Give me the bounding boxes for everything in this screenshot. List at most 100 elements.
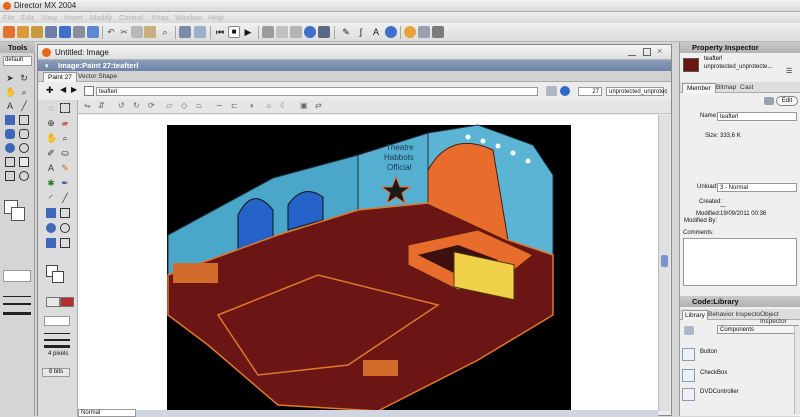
checkbox-tool-icon[interactable] (5, 171, 15, 181)
edit-button[interactable]: Edit (776, 96, 798, 106)
paint-line-3[interactable] (44, 345, 70, 348)
library-scrollbar[interactable] (794, 326, 800, 414)
paint-filled-rect-icon[interactable] (46, 208, 56, 218)
free-rotate-icon[interactable]: ⟳ (148, 101, 155, 110)
hand-tool-icon[interactable]: ✋ (5, 87, 16, 97)
tools-mode-select[interactable]: default (3, 56, 32, 66)
tab-cast[interactable]: Cast (736, 83, 757, 93)
property-inspector-header[interactable]: Property Inspector (680, 42, 800, 53)
gradient-end-swatch[interactable] (60, 297, 74, 307)
library-icon[interactable] (304, 26, 316, 38)
darken-icon[interactable]: ☾ (280, 101, 287, 110)
minimize-icon[interactable] (628, 48, 636, 56)
zoom-tool-icon[interactable]: ⌕ (19, 87, 29, 97)
tab-library[interactable]: Library (682, 310, 708, 320)
paste-icon[interactable] (144, 26, 156, 38)
library-category-select[interactable]: Components (717, 325, 799, 334)
flip-horizontal-icon[interactable]: ⇋ (84, 101, 91, 110)
new-cast-icon[interactable] (17, 26, 29, 38)
drag-member-icon[interactable] (84, 86, 94, 96)
lighten-icon[interactable]: ☼ (265, 101, 272, 110)
registration-icon[interactable]: ⊕ (46, 118, 56, 128)
next-member-icon[interactable]: ▶ (71, 85, 77, 94)
hand-icon[interactable]: ✋ (46, 133, 57, 143)
round-rect-icon[interactable] (19, 129, 29, 139)
list-view-icon[interactable]: ☰ (786, 67, 792, 75)
menu-modify[interactable]: Modify (90, 13, 112, 22)
cast-window-icon[interactable] (276, 26, 288, 38)
rect-icon[interactable] (19, 115, 29, 125)
tab-member[interactable]: Member (682, 83, 716, 93)
perspective-icon[interactable]: ⏢ (196, 101, 202, 111)
line-width-2[interactable] (3, 303, 31, 305)
menu-edit[interactable]: Edit (21, 13, 34, 22)
paint-filled-poly-icon[interactable] (46, 238, 56, 248)
paint-poly-icon[interactable] (60, 238, 70, 248)
play-icon[interactable]: ▶ (242, 26, 254, 38)
vector-icon[interactable]: ∫ (355, 26, 367, 38)
flip-vertical-icon[interactable]: ⇵ (98, 101, 105, 110)
pencil-icon[interactable]: ✎ (60, 163, 70, 173)
prev-member-icon[interactable]: ◀ (60, 85, 66, 94)
lasso-icon[interactable]: ◌ (46, 103, 56, 113)
code-window-icon[interactable] (318, 26, 330, 38)
cast-member-props-icon[interactable] (546, 86, 557, 96)
menu-control[interactable]: Control (119, 13, 143, 22)
text-tool-icon[interactable]: A (5, 101, 15, 111)
save-all-icon[interactable] (73, 26, 85, 38)
canvas-area[interactable]: Theatre Habbots Official (78, 115, 658, 412)
new-movie-icon[interactable] (3, 26, 15, 38)
menu-view[interactable]: View (41, 13, 57, 22)
stage-icon[interactable] (262, 26, 274, 38)
tab-object-inspector[interactable]: Object Inspector (758, 310, 800, 325)
brush-icon[interactable]: ✒ (60, 178, 70, 188)
vertical-scroll-thumb[interactable] (661, 255, 668, 267)
gradient-start-swatch[interactable] (46, 297, 60, 307)
library-list-icon[interactable] (684, 326, 694, 335)
radio-tool-icon[interactable] (19, 171, 29, 181)
rotate-right-icon[interactable]: ↻ (133, 101, 140, 110)
menu-help[interactable]: Help (208, 13, 223, 22)
rewind-icon[interactable]: ⏮ (214, 26, 226, 38)
exchange-icon[interactable] (179, 26, 191, 38)
menu-window[interactable]: Window (175, 13, 202, 22)
paint-bucket-icon[interactable]: ⛀ (60, 148, 70, 158)
fill-icon[interactable]: ▣ (300, 101, 308, 110)
menu-insert[interactable]: Insert (64, 13, 83, 22)
rotate-left-icon[interactable]: ↺ (118, 101, 125, 110)
cut-icon[interactable]: ✂ (118, 26, 130, 38)
paint-pattern-swatch[interactable] (44, 316, 70, 326)
member-name-input[interactable]: teafterl (96, 87, 538, 96)
score-icon[interactable] (290, 26, 302, 38)
script-icon[interactable] (560, 86, 570, 96)
menu-xtras[interactable]: Xtras (151, 13, 169, 22)
canvas-vertical-scrollbar[interactable] (658, 115, 670, 411)
member-name-field[interactable]: teafterl (717, 112, 797, 121)
filled-rect-icon[interactable] (5, 115, 15, 125)
paint-line-icon[interactable]: ╱ (60, 193, 70, 203)
paint-line-1[interactable] (44, 333, 70, 334)
filled-ellipse-icon[interactable] (5, 143, 15, 153)
open-icon[interactable] (31, 26, 43, 38)
eraser-icon[interactable]: ▰ (60, 118, 70, 128)
copy-icon[interactable] (131, 26, 143, 38)
message-icon[interactable] (418, 26, 430, 38)
line-tool-icon[interactable]: ╱ (19, 101, 29, 111)
find-icon[interactable]: ⌕ (159, 26, 171, 38)
button-tool-icon[interactable] (19, 157, 29, 167)
paint-text-icon[interactable]: A (46, 163, 56, 173)
unload-select[interactable]: 3 - Normal (717, 183, 797, 192)
smooth-icon[interactable]: ∼ (216, 101, 223, 110)
paint-rect-icon[interactable] (60, 208, 70, 218)
behavior-icon[interactable] (385, 26, 397, 38)
air-brush-icon[interactable]: ✱ (46, 178, 56, 188)
arc-icon[interactable]: ◜ (46, 193, 56, 203)
marquee-icon[interactable] (60, 103, 70, 113)
tab-vector-shape[interactable]: Vector Shape (74, 72, 121, 82)
publish-icon[interactable] (87, 26, 99, 38)
add-member-icon[interactable]: ✚ (46, 85, 54, 96)
save-icon[interactable] (59, 26, 71, 38)
paint-filled-ellipse-icon[interactable] (46, 223, 56, 233)
undo-icon[interactable]: ↶ (105, 26, 117, 38)
member-edit-icon[interactable] (764, 97, 774, 105)
